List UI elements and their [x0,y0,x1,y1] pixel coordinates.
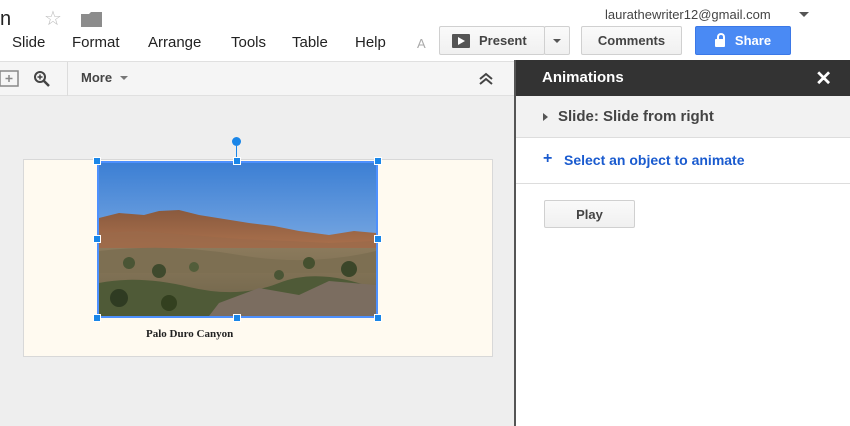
lock-icon [714,32,725,47]
resize-handle-s[interactable] [233,314,241,322]
animations-panel-header: Animations ✕ [516,60,850,96]
resize-handle-e[interactable] [374,235,382,243]
more-button[interactable]: More [81,70,129,85]
folder-icon[interactable] [81,12,102,27]
new-slide-icon[interactable] [0,70,20,88]
resize-handle-nw[interactable] [93,157,101,165]
present-label: Present [479,33,527,48]
plus-icon: + [543,150,553,167]
menu-slide[interactable]: Slide [12,34,45,51]
zoom-icon[interactable] [33,70,51,88]
share-button[interactable]: Share [695,26,791,55]
star-icon[interactable]: ☆ [44,9,62,29]
menu-help[interactable]: Help [355,34,386,51]
account-email[interactable]: laurathewriter12@gmail.com [605,7,771,22]
present-button[interactable]: Present [439,26,545,55]
animations-panel: Animations ✕ Slide: Slide from right + S… [514,60,850,426]
resize-handle-sw[interactable] [93,314,101,322]
rotate-handle[interactable] [232,137,241,146]
canyon-photo[interactable] [97,161,378,318]
menu-truncated[interactable]: A [417,36,426,51]
more-label: More [81,70,113,85]
slide-transition-row[interactable]: Slide: Slide from right [516,96,850,138]
document-title[interactable]: n [0,8,11,31]
comments-button[interactable]: Comments [581,26,682,55]
slide-transition-label: Slide: Slide from right [558,108,714,125]
resize-handle-w[interactable] [93,235,101,243]
more-caret-icon [120,75,129,80]
slide-caption[interactable]: Palo Duro Canyon [146,328,233,340]
toolbar-divider [67,62,68,96]
canyon-image [99,163,376,316]
present-play-icon [452,33,470,48]
menu-arrange[interactable]: Arrange [148,34,201,51]
collapse-icon[interactable] [478,72,494,86]
account-caret-icon[interactable] [799,12,809,17]
select-object-row[interactable]: + Select an object to animate [516,138,850,184]
resize-handle-n[interactable] [233,157,241,165]
caret-down-icon [553,38,561,43]
close-icon[interactable]: ✕ [815,66,832,91]
share-label: Share [734,33,772,48]
menu-format[interactable]: Format [72,34,120,51]
animations-panel-title: Animations [542,69,624,86]
menu-tools[interactable]: Tools [231,34,266,51]
triangle-right-icon [543,113,548,121]
resize-handle-se[interactable] [374,314,382,322]
menu-table[interactable]: Table [292,34,328,51]
resize-handle-ne[interactable] [374,157,382,165]
play-button[interactable]: Play [544,200,635,228]
present-options-button[interactable] [544,26,570,55]
toolbar: More [0,61,514,96]
select-object-link[interactable]: Select an object to animate [564,152,745,168]
